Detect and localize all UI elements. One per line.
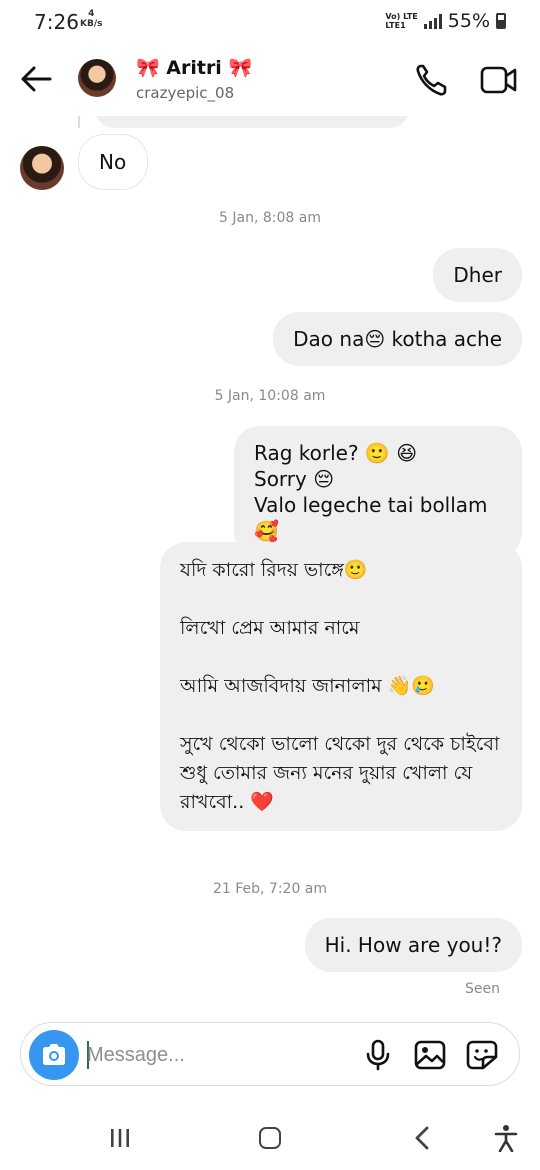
sticker-icon xyxy=(466,1040,498,1070)
network-speed-value: 4 xyxy=(88,9,95,19)
message-timestamp: 5 Jan, 10:08 am xyxy=(214,388,326,404)
recent-apps-icon xyxy=(111,1129,129,1147)
signal-icon xyxy=(423,13,442,29)
system-navigation-bar xyxy=(0,1106,540,1170)
message-input[interactable] xyxy=(87,1039,347,1071)
status-indicators: Vo) LTE LTE1 55% xyxy=(385,10,506,32)
incoming-message[interactable]: No xyxy=(78,134,148,190)
seen-indicator: Seen xyxy=(465,981,500,997)
battery-percent: 55% xyxy=(447,10,490,32)
camera-icon xyxy=(43,1044,65,1065)
voice-call-button[interactable] xyxy=(412,62,452,98)
contact-name[interactable]: 🎀 Aritri 🎀 xyxy=(136,56,252,79)
outgoing-message[interactable]: Dher xyxy=(433,248,522,302)
arrow-left-icon xyxy=(21,66,52,92)
avatar[interactable] xyxy=(78,59,116,97)
chat-header: 🎀 Aritri 🎀 crazyepic_08 xyxy=(0,42,540,116)
back-button[interactable] xyxy=(18,62,54,96)
microphone-icon xyxy=(366,1039,390,1071)
outgoing-message[interactable]: Hi. How are you!? xyxy=(304,918,522,972)
battery-icon xyxy=(496,13,506,29)
system-back-button[interactable] xyxy=(414,1126,430,1150)
network-speed: 4 KB/s xyxy=(80,9,102,29)
message-composer xyxy=(20,1022,520,1086)
reply-line xyxy=(78,116,80,128)
outgoing-message[interactable]: Dao na😔 kotha ache xyxy=(273,312,522,366)
message-timestamp: 21 Feb, 7:20 am xyxy=(212,881,328,897)
gallery-button[interactable] xyxy=(413,1039,447,1071)
recent-apps-button[interactable] xyxy=(108,1128,132,1148)
phone-icon xyxy=(416,64,447,96)
outgoing-message[interactable]: Rag korle? 🙂 😆 Sorry 😔 Valo legeche tai … xyxy=(234,426,522,558)
message-list[interactable]: No 5 Jan, 8:08 am Dher Dao na😔 kotha ach… xyxy=(0,116,540,1006)
contact-username[interactable]: crazyepic_08 xyxy=(136,84,234,102)
video-call-button[interactable] xyxy=(478,62,520,98)
message-timestamp: 5 Jan, 8:08 am xyxy=(219,210,321,226)
status-time: 7:26 xyxy=(34,10,79,34)
sender-avatar[interactable] xyxy=(20,146,64,190)
status-bar: 7:26 4 KB/s Vo) LTE LTE1 55% xyxy=(0,0,540,42)
accessibility-icon xyxy=(494,1125,518,1153)
home-button[interactable] xyxy=(259,1127,281,1149)
network-type-sub: LTE1 xyxy=(385,21,406,30)
chevron-left-icon xyxy=(415,1126,429,1150)
sticker-button[interactable] xyxy=(465,1039,499,1071)
network-type-label: Vo) LTE xyxy=(385,12,418,21)
voice-message-button[interactable] xyxy=(363,1039,393,1071)
accessibility-button[interactable] xyxy=(494,1124,518,1153)
camera-button[interactable] xyxy=(29,1030,79,1080)
outgoing-message[interactable]: যদি কারো রিদয় ভাঙ্গে🙂 লিখো প্রেম আমার ন… xyxy=(160,542,522,831)
network-speed-unit: KB/s xyxy=(80,19,103,29)
message-bubble-partial[interactable] xyxy=(94,116,410,128)
image-icon xyxy=(414,1040,446,1070)
video-camera-icon xyxy=(480,66,517,94)
network-type: Vo) LTE LTE1 xyxy=(385,12,417,30)
